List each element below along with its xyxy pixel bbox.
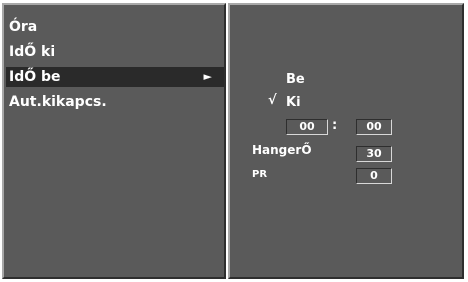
option-off[interactable]: Ki: [286, 95, 301, 110]
menu-item-label: Aut.kikapcs.: [9, 94, 107, 110]
volume-label: HangerŐ: [252, 143, 312, 157]
menu-item-auto-sleep[interactable]: Aut.kikapcs.: [6, 92, 224, 112]
option-on[interactable]: Be: [286, 72, 305, 87]
menu-item-on-time[interactable]: IdŐ be ►: [6, 67, 224, 87]
on-time-settings-panel: Be √ Ki 00 : 00 HangerŐ 30 PR 0: [228, 3, 464, 279]
checkmark-icon: √: [268, 93, 277, 108]
program-field[interactable]: 0: [356, 168, 392, 184]
submenu-arrow-icon: ►: [203, 70, 212, 83]
time-separator: :: [332, 118, 338, 133]
menu-item-clock[interactable]: Óra: [6, 17, 224, 37]
hour-field[interactable]: 00: [286, 119, 328, 135]
minute-field[interactable]: 00: [356, 119, 392, 135]
volume-field[interactable]: 30: [356, 146, 392, 162]
tv-osd-screen: Óra IdŐ ki IdŐ be ► Aut.kikapcs. Be √ Ki…: [0, 0, 468, 282]
menu-item-label: IdŐ be: [9, 69, 61, 85]
menu-item-label: IdŐ ki: [9, 44, 56, 60]
timer-menu-panel: Óra IdŐ ki IdŐ be ► Aut.kikapcs.: [2, 3, 226, 279]
program-label: PR: [252, 169, 268, 180]
menu-item-label: Óra: [9, 19, 38, 35]
menu-item-off-time[interactable]: IdŐ ki: [6, 42, 224, 62]
